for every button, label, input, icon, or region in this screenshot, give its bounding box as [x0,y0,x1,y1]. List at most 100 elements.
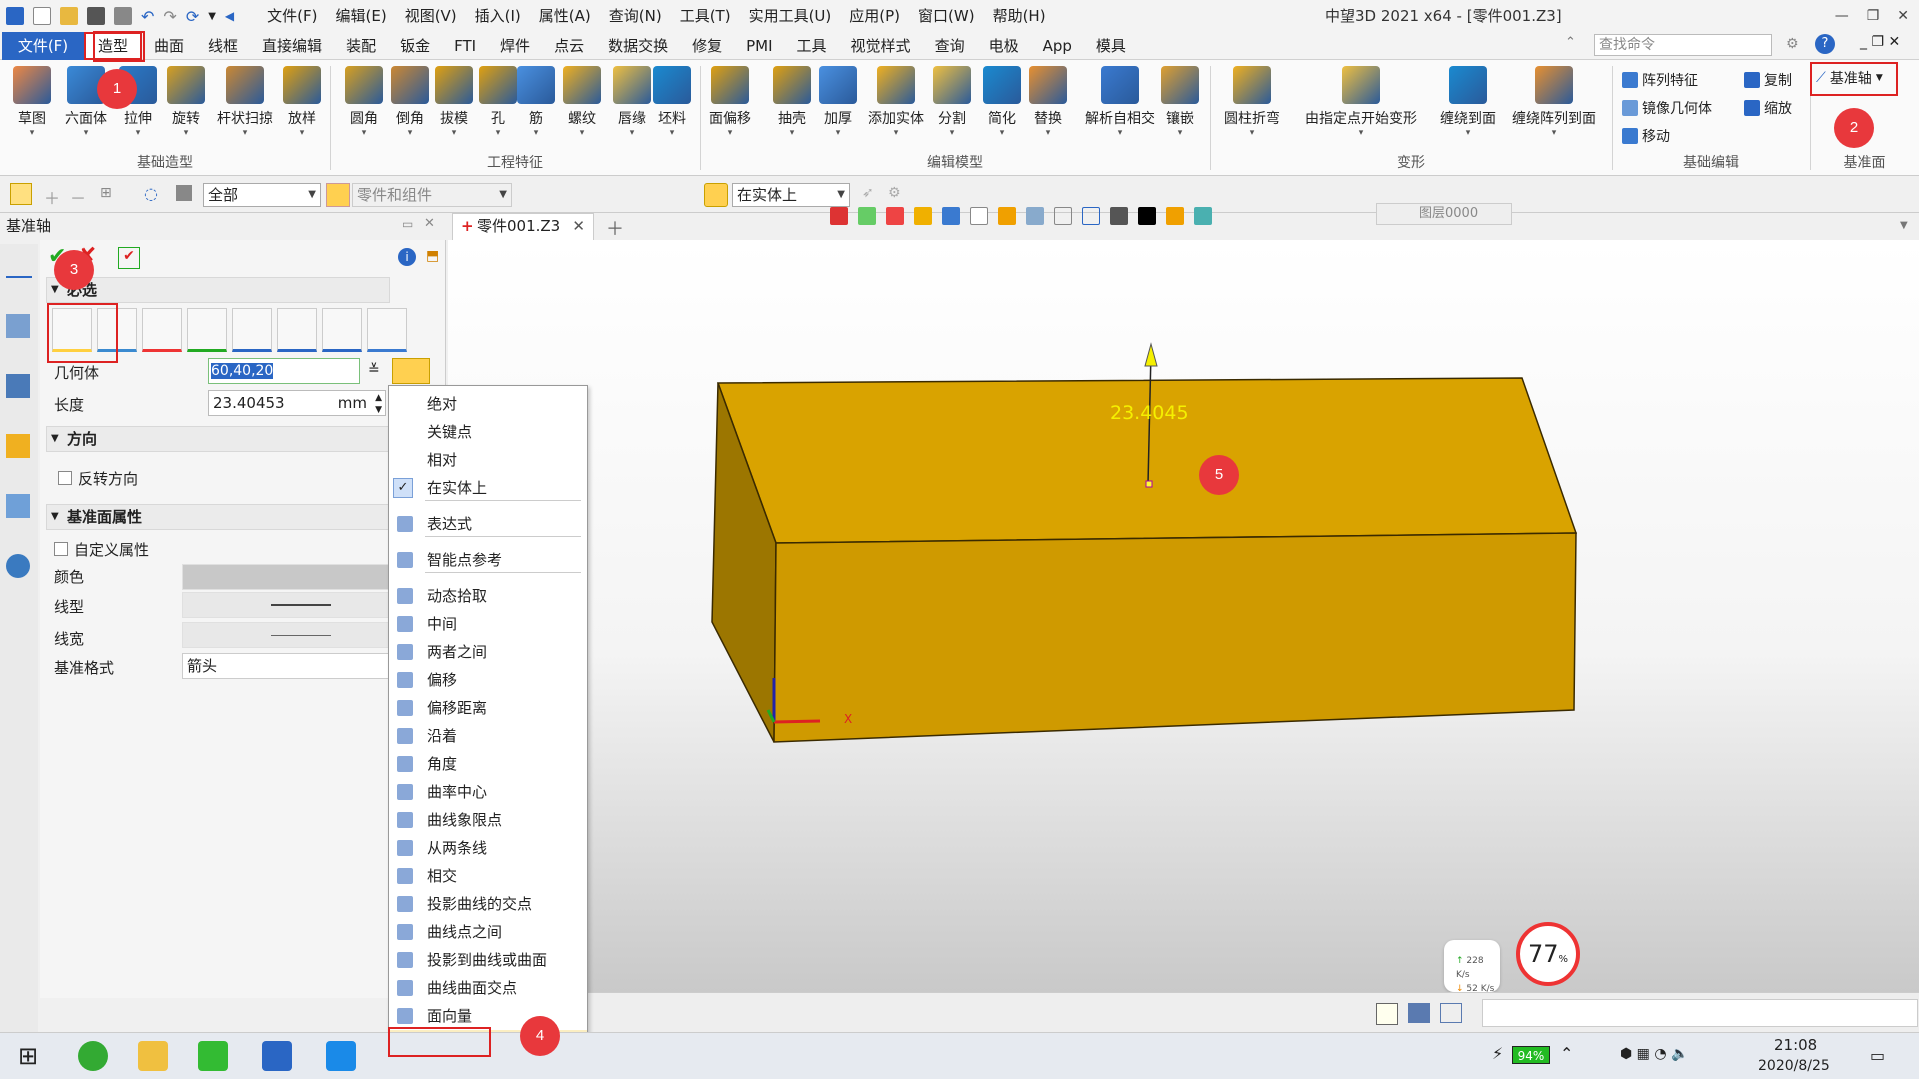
tab-0[interactable]: 文件(F) [2,31,84,60]
ribbon-small-button[interactable]: 阵列特征 [1622,70,1698,90]
doc-window-controls[interactable]: _ ❐ ✕ [1860,34,1900,50]
info-icon[interactable]: i [398,248,416,266]
help-panel-icon[interactable]: ⬒ [426,248,439,264]
scope-icon[interactable] [326,183,350,207]
linetype-select[interactable] [182,592,390,618]
settings-gear-icon[interactable]: ⚙ [1786,36,1799,52]
point-options-button[interactable] [392,358,430,384]
menu-item[interactable]: 工具(T) [671,0,740,32]
menu-item[interactable]: 窗口(W) [909,0,984,32]
minimize-icon[interactable]: — [1835,0,1849,32]
menu-option[interactable]: 从两条线 [389,834,587,862]
style-select[interactable]: 箭头 [182,653,390,679]
expand-icon[interactable]: ≚ [368,362,380,378]
open-folder-icon[interactable] [60,7,78,25]
view-cube-icon[interactable] [914,207,932,225]
pick-icon[interactable]: ➶ [862,185,874,201]
view-color-icon[interactable] [1166,207,1184,225]
ribbon-button[interactable]: 筋 ▾ [514,66,558,138]
custom-attr-checkbox[interactable] [54,542,68,556]
tab-15[interactable]: 查询 [923,32,977,60]
direction-section-header[interactable]: 方向 [46,426,390,452]
ribbon-button[interactable]: 抽壳 ▾ [768,66,816,138]
ribbon-button[interactable]: 旋转 ▾ [160,66,212,138]
perf-gauge[interactable]: 77% [1516,922,1580,986]
view-render-icon[interactable] [1026,207,1044,225]
menu-option[interactable]: 曲线点之间 [389,918,587,946]
ribbon-dropdown-icon[interactable]: ▾ [210,128,280,138]
new-file-icon[interactable] [33,7,51,25]
history-icon[interactable] [6,314,30,338]
ribbon-button[interactable]: 草图 ▾ [6,66,58,138]
filter-icon[interactable] [176,185,192,201]
ribbon-button[interactable]: 分割 ▾ [928,66,976,138]
document-tab[interactable]: + 零件001.Z3 ✕ [452,213,594,240]
ribbon-button[interactable]: 添加实体 ▾ [862,66,930,138]
pick-settings-icon[interactable]: ⚙ [888,185,901,201]
reverse-checkbox[interactable] [58,471,72,485]
menu-option[interactable]: 相交 [389,862,587,890]
ribbon-dropdown-icon[interactable]: ▾ [814,128,862,138]
ribbon-button[interactable]: 替换 ▾ [1024,66,1072,138]
menu-item[interactable]: 查询(N) [600,0,671,32]
view-wire-icon[interactable] [970,207,988,225]
method-option-icon[interactable] [322,308,362,352]
view-shade-icon[interactable] [942,207,960,225]
notification-icon[interactable]: ▭ [1870,1046,1885,1065]
view-display-icon[interactable] [1110,207,1128,225]
ribbon-button[interactable]: 放样 ▾ [276,66,328,138]
restore-icon[interactable]: ❐ [1867,0,1880,32]
menu-option[interactable]: 曲线曲面交点 [389,974,587,1002]
linewidth-select[interactable] [182,622,390,648]
doc-tab-close-icon[interactable]: ✕ [572,214,585,239]
ribbon-dropdown-icon[interactable]: ▾ [342,128,386,138]
menu-option[interactable]: 投影曲线的交点 [389,890,587,918]
ribbon-dropdown-icon[interactable]: ▾ [1220,128,1284,138]
menu-option[interactable]: 智能点参考 [389,546,587,574]
start-icon[interactable]: ⊞ [18,1041,48,1071]
geometry-input[interactable]: 60,40,20 [208,358,360,384]
ribbon-button[interactable]: 面偏移 ▾ [706,66,754,138]
view-filter-icon[interactable] [858,207,876,225]
tab-14[interactable]: 视觉样式 [839,32,923,60]
ribbon-small-button[interactable]: 移动 [1622,126,1670,146]
ribbon-button[interactable]: 坯料 ▾ [650,66,694,138]
ribbon-dropdown-icon[interactable]: ▾ [388,128,432,138]
ribbon-dropdown-icon[interactable]: ▾ [978,128,1026,138]
tab-7[interactable]: FTI [442,32,488,60]
ribbon-dropdown-icon[interactable]: ▾ [1436,128,1500,138]
view-section-icon[interactable] [998,207,1016,225]
length-spinner-icon[interactable]: ▲ ▼ [375,392,382,416]
menu-option[interactable]: 关键点 [389,418,587,446]
redo-icon[interactable]: ↷ [163,7,176,26]
tab-17[interactable]: App [1031,32,1084,60]
required-section-header[interactable]: 必选 [46,277,390,303]
tab-18[interactable]: 模具 [1084,32,1138,60]
menu-option[interactable]: 动态拾取 [389,582,587,610]
menu-option[interactable]: 曲率中心 [389,778,587,806]
ribbon-dropdown-icon[interactable]: ▾ [768,128,816,138]
ribbon-button[interactable]: 由指定点开始变形 ▾ [1296,66,1426,138]
menu-item[interactable]: 文件(F) [258,0,326,32]
status-screen-icon[interactable] [1408,1003,1430,1023]
ribbon-dropdown-icon[interactable]: ▾ [276,128,328,138]
save-icon[interactable] [87,7,105,25]
select-arrow-icon[interactable] [10,183,32,205]
tab-2[interactable]: 曲面 [142,32,196,60]
image-icon[interactable] [6,494,30,518]
view-measure-icon[interactable] [1082,207,1100,225]
ribbon-button[interactable]: 螺纹 ▾ [560,66,604,138]
ribbon-dropdown-icon[interactable]: ▾ [60,128,112,138]
menu-option[interactable]: 两者之间 [389,638,587,666]
menu-option[interactable]: 曲线象限点 [389,806,587,834]
ribbon-dropdown-icon[interactable]: ▾ [6,128,58,138]
ribbon-button[interactable]: 缠绕到面 ▾ [1436,66,1500,138]
tab-4[interactable]: 直接编辑 [250,32,334,60]
ribbon-dropdown-icon[interactable]: ▾ [706,128,754,138]
ribbon-button[interactable]: 圆柱折弯 ▾ [1220,66,1284,138]
menu-option[interactable]: 相对 [389,446,587,474]
menu-item[interactable]: 应用(P) [840,0,909,32]
menu-item[interactable]: 插入(I) [466,0,530,32]
user-icon[interactable] [6,554,30,578]
wechat-icon[interactable] [198,1041,228,1071]
